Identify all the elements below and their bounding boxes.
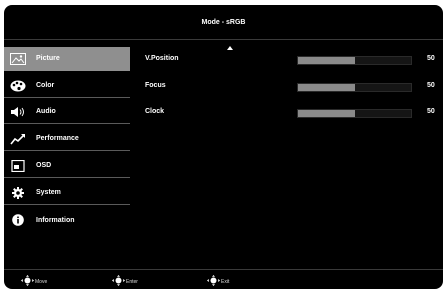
picture-icon [10, 52, 26, 65]
info-icon [10, 214, 26, 226]
setting-label: Focus [145, 82, 166, 89]
hint-enter: Enter [112, 275, 138, 288]
scroll-up-arrow-icon[interactable] [227, 46, 233, 50]
osd-menu: Mode - sRGB Picture Color Audio Performa… [4, 5, 443, 289]
vposition-slider[interactable] [297, 56, 412, 65]
clock-slider[interactable] [297, 109, 412, 118]
osd-header: Mode - sRGB [4, 5, 443, 40]
trend-icon [10, 133, 26, 145]
hint-label: Move [35, 278, 48, 285]
setting-value: 50 [427, 108, 435, 115]
focus-slider[interactable] [297, 83, 412, 92]
hint-move: Move [21, 275, 47, 288]
dpad-move-icon [21, 275, 34, 288]
sidebar-item-picture[interactable]: Picture [4, 47, 130, 71]
sidebar-item-osd[interactable]: OSD [4, 154, 130, 178]
palette-icon [10, 80, 26, 92]
mode-title: Mode - sRGB [201, 18, 246, 26]
sidebar-item-label: System [36, 189, 61, 196]
setting-label: Clock [145, 108, 165, 115]
osd-window-icon [10, 159, 26, 172]
setting-value: 50 [427, 82, 435, 89]
dpad-enter-icon [112, 275, 125, 288]
sidebar-item-information[interactable]: Information [4, 208, 130, 232]
sidebar-item-audio[interactable]: Audio [4, 100, 130, 124]
hint-exit: Exit [207, 275, 229, 288]
hint-label: Exit [221, 278, 230, 285]
slider-fill [298, 110, 355, 117]
sidebar-item-label: OSD [36, 162, 52, 169]
sidebar-item-label: Picture [36, 55, 60, 62]
hint-label: Enter [126, 278, 138, 285]
sidebar: Picture Color Audio Performance OSD Syst… [4, 47, 130, 247]
sidebar-item-performance[interactable]: Performance [4, 127, 130, 151]
sidebar-item-color[interactable]: Color [4, 74, 130, 98]
slider-fill [298, 57, 355, 64]
setting-row-vposition[interactable]: V.Position 50 [145, 53, 439, 67]
sidebar-item-label: Color [36, 82, 55, 89]
sidebar-item-label: Audio [36, 108, 56, 115]
setting-row-focus[interactable]: Focus 50 [145, 80, 439, 94]
sidebar-item-system[interactable]: System [4, 181, 130, 205]
dpad-exit-icon [207, 275, 220, 288]
sidebar-item-label: Performance [36, 135, 79, 142]
footer-hints: Move Enter Exit [4, 269, 443, 289]
speaker-icon [10, 106, 26, 118]
sidebar-item-label: Information [36, 216, 75, 224]
gear-icon [10, 186, 26, 199]
setting-label: V.Position [145, 55, 179, 62]
setting-value: 50 [427, 55, 435, 62]
slider-fill [298, 84, 355, 91]
setting-row-clock[interactable]: Clock 50 [145, 106, 439, 120]
